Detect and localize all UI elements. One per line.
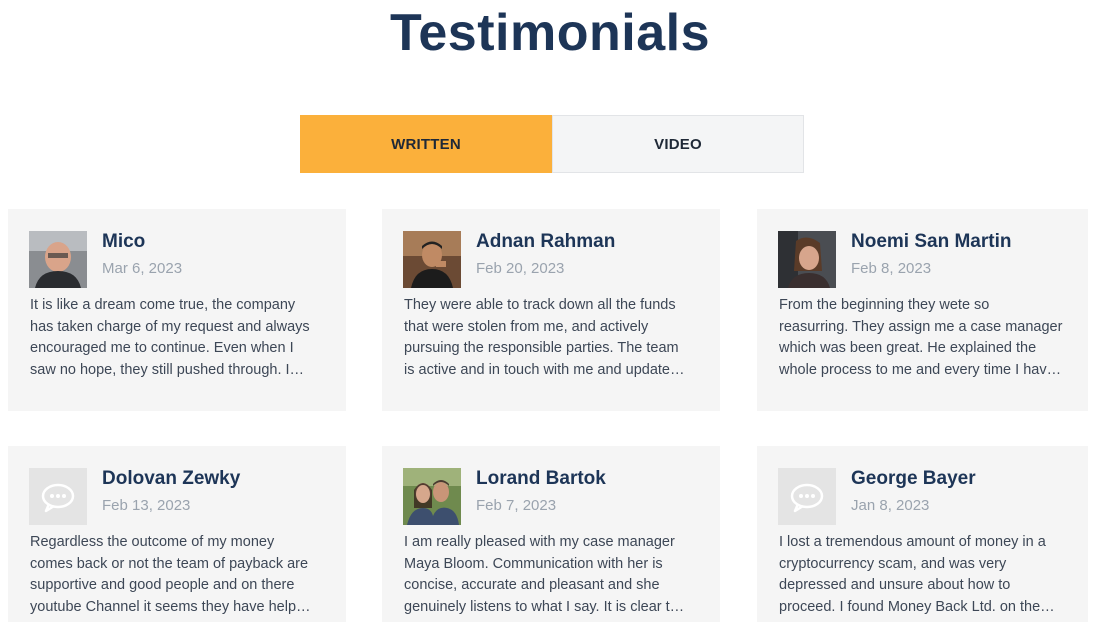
review-text-line: They were able to track down all the fun… bbox=[404, 297, 676, 313]
review-date: Feb 8, 2023 bbox=[851, 260, 932, 277]
reviewer-name: Adnan Rahman bbox=[476, 231, 616, 252]
review-text-line: saw no hope, they still pushed through. … bbox=[30, 361, 305, 378]
review-text-line: It is like a dream come true, the compan… bbox=[30, 297, 296, 313]
testimonial-tabs: WRITTEN VIDEO bbox=[300, 115, 804, 173]
review-text-line: cryptocurrency scam, and was very bbox=[779, 555, 1007, 572]
tab-video[interactable]: VIDEO bbox=[552, 115, 804, 173]
avatar bbox=[778, 231, 836, 288]
reviewer-name: Dolovan Zewky bbox=[102, 468, 241, 489]
review-text-line: which was been great. He explained the bbox=[779, 340, 1037, 356]
review-text-line: I am really pleased with my case manager bbox=[404, 534, 675, 550]
reviewer-name: Noemi San Martin bbox=[851, 231, 1012, 252]
review-date: Jan 8, 2023 bbox=[851, 497, 930, 514]
review-date: Mar 6, 2023 bbox=[102, 260, 183, 277]
testimonial-card[interactable]: Dolovan Zewky Feb 13, 2023 Regardless th… bbox=[8, 446, 346, 622]
testimonial-card[interactable]: Noemi San Martin Feb 8, 2023 From the be… bbox=[757, 209, 1088, 411]
review-text-line: depressed and unsure about how to bbox=[779, 577, 1011, 593]
review-text-line: genuinely listens to what I say. It is c… bbox=[404, 598, 685, 615]
testimonial-card[interactable]: Lorand Bartok Feb 7, 2023 I am really pl… bbox=[382, 446, 720, 622]
review-text-line: supportive and good people and on there bbox=[30, 577, 295, 593]
review-date: Feb 7, 2023 bbox=[476, 497, 557, 514]
review-text-line: that were stolen from me, and actively bbox=[404, 318, 649, 335]
avatar bbox=[403, 468, 461, 525]
page-title: Testimonials bbox=[389, 4, 710, 62]
review-text-line: youtube Channel it seems they have help… bbox=[30, 598, 311, 615]
review-text: I lost a tremendous amount of money in a… bbox=[779, 532, 1075, 618]
review-text: I am really pleased with my case manager… bbox=[404, 532, 700, 618]
review-text-line: is active and in touch with me and updat… bbox=[404, 361, 685, 378]
tab-written[interactable]: WRITTEN bbox=[300, 115, 552, 173]
review-text-line: pursuing the responsible parties. The te… bbox=[404, 340, 679, 356]
testimonial-card[interactable]: George Bayer Jan 8, 2023 I lost a tremen… bbox=[757, 446, 1088, 622]
review-text-line: concise, accurate and pleasant and she bbox=[404, 577, 660, 593]
testimonial-card[interactable]: Mico Mar 6, 2023 It is like a dream come… bbox=[8, 209, 346, 411]
review-text: It is like a dream come true, the compan… bbox=[30, 295, 326, 381]
review-date: Feb 20, 2023 bbox=[476, 260, 565, 277]
review-text: They were able to track down all the fun… bbox=[404, 295, 700, 381]
review-date: Feb 13, 2023 bbox=[102, 497, 191, 514]
review-text-line: Maya Bloom. Communication with her is bbox=[404, 555, 663, 572]
reviewer-name: Mico bbox=[102, 231, 146, 252]
review-text-line: has taken charge of my request and alway… bbox=[30, 318, 310, 335]
review-text-line: Regardless the outcome of my money bbox=[30, 534, 275, 550]
reviewer-name: George Bayer bbox=[851, 468, 976, 489]
review-text-line: encouraged me to continue. Even when I bbox=[30, 340, 294, 356]
avatar bbox=[29, 231, 87, 288]
testimonial-card[interactable]: Adnan Rahman Feb 20, 2023 They were able… bbox=[382, 209, 720, 411]
avatar bbox=[403, 231, 461, 288]
review-text-line: I lost a tremendous amount of money in a bbox=[779, 534, 1046, 550]
review-text-line: proceed. I found Money Back Ltd. on the… bbox=[779, 598, 1055, 615]
review-text-line: comes back or not the team of payback ar… bbox=[30, 555, 309, 572]
review-text-line: whole process to me and every time I hav… bbox=[779, 361, 1062, 378]
chat-bubble-icon bbox=[778, 468, 836, 525]
review-text-line: From the beginning they wete so bbox=[779, 297, 990, 313]
chat-bubble-icon bbox=[29, 468, 87, 525]
review-text: Regardless the outcome of my money comes… bbox=[30, 532, 326, 618]
reviewer-name: Lorand Bartok bbox=[476, 468, 606, 489]
review-text: From the beginning they wete so reasurri… bbox=[779, 295, 1075, 381]
review-text-line: reasurring. They assign me a case manage… bbox=[779, 318, 1063, 335]
